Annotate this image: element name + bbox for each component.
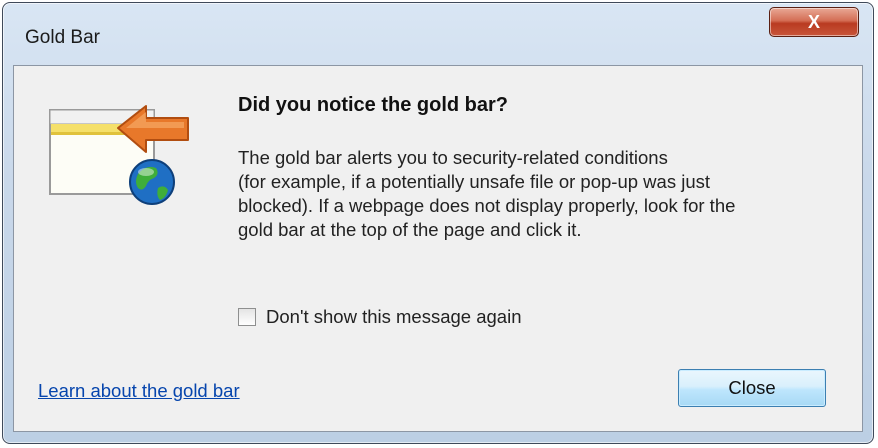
close-icon: X (807, 11, 820, 32)
window-title: Gold Bar (25, 27, 100, 48)
dialog-heading: Did you notice the gold bar? (238, 94, 508, 116)
dont-show-again-label[interactable]: Don't show this message again (266, 306, 521, 328)
dont-show-again-row[interactable]: Don't show this message again (238, 306, 521, 328)
globe-icon (129, 159, 175, 205)
dialog-window: Gold Bar X Did you notice the gold bar? … (2, 2, 874, 444)
close-button[interactable]: Close (678, 369, 826, 407)
dialog-message: The gold bar alerts you to security-rela… (238, 147, 736, 240)
title-bar[interactable]: Gold Bar X (3, 3, 873, 63)
dialog-content: Did you notice the gold bar? The gold ba… (13, 65, 863, 432)
dont-show-again-checkbox[interactable] (238, 308, 256, 326)
browser-gold-bar-icon (49, 105, 189, 205)
learn-about-gold-bar-link[interactable]: Learn about the gold bar (38, 380, 240, 402)
window-close-button[interactable]: X (769, 7, 859, 37)
